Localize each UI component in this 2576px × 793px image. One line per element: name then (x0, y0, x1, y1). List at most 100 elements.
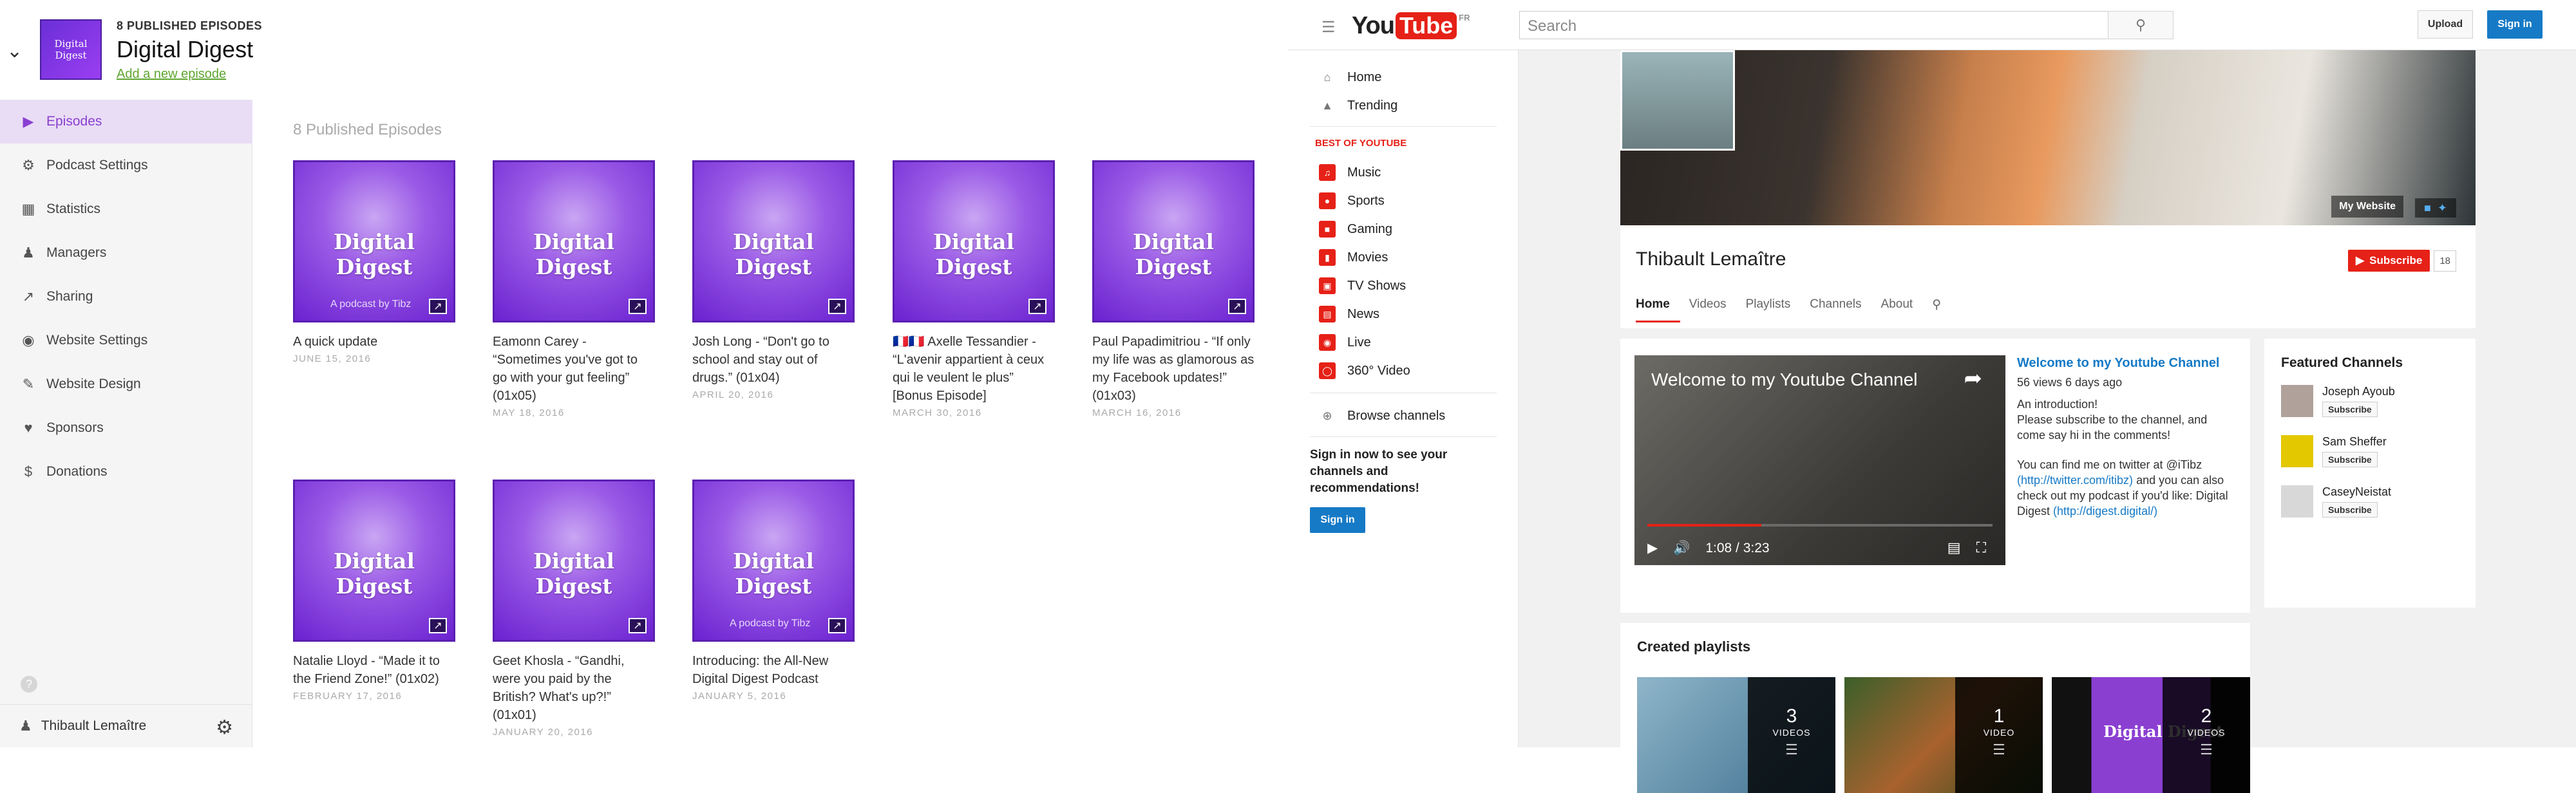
share-icon[interactable]: ↗ (828, 618, 846, 633)
chevron-down-icon[interactable]: ⌄ (6, 40, 23, 62)
social-links[interactable]: ■ ✦ (2415, 198, 2456, 218)
tab-channels[interactable]: Channels (1810, 297, 1871, 322)
sidebar-item-podcast-settings[interactable]: ⚙ Podcast Settings (0, 144, 252, 187)
episode-card[interactable]: Digital Digest ↗ Eamonn Carey - “Sometim… (493, 160, 655, 418)
add-episode-link[interactable]: Add a new episode (117, 67, 226, 82)
tab-home[interactable]: Home (1636, 297, 1680, 322)
guide-item-gaming[interactable]: ■ Gaming (1319, 215, 1392, 243)
episode-title[interactable]: Natalie Lloyd - “Made it to the Friend Z… (293, 652, 455, 688)
playlist-card[interactable]: 1 VIDEO ☰ (1844, 677, 2043, 793)
featured-subscribe-button[interactable]: Subscribe (2322, 502, 2378, 518)
share-icon[interactable]: ↗ (1028, 299, 1046, 314)
upload-button[interactable]: Upload (2418, 10, 2473, 39)
episode-title[interactable]: Paul Papadimitriou - “If only my life wa… (1092, 333, 1255, 405)
website-link[interactable]: My Website (2331, 196, 2403, 218)
share-icon[interactable]: ↗ (429, 618, 447, 633)
episode-title[interactable]: Introducing: the All-New Digital Digest … (692, 652, 855, 688)
episode-card[interactable]: Digital Digest A podcast by Tibz ↗ A qui… (293, 160, 455, 364)
share-icon[interactable]: ↗ (429, 299, 447, 314)
episode-artwork[interactable]: Digital Digest ↗ (293, 480, 455, 642)
help-icon[interactable]: ? (21, 676, 37, 693)
guide-item-tv-shows[interactable]: ▣ TV Shows (1319, 272, 1406, 300)
guide-item-live[interactable]: ◉ Live (1319, 328, 1371, 357)
playlist-card[interactable]: 3 VIDEOS ☰ (1637, 677, 1835, 793)
channel-avatar[interactable] (2281, 385, 2313, 417)
user-settings-gear-icon[interactable]: ⚙ (216, 716, 233, 739)
tab-playlists[interactable]: Playlists (1746, 297, 1801, 322)
episode-title[interactable]: Geet Khosla - “Gandhi, were you paid by … (493, 652, 655, 724)
youtube-logo[interactable]: You Tube FR (1352, 10, 1470, 41)
share-icon[interactable]: ↗ (1228, 299, 1246, 314)
volume-icon[interactable]: 🔊 (1673, 541, 1690, 556)
episode-artwork[interactable]: Digital Digest ↗ (893, 160, 1055, 322)
video-title-link[interactable]: Welcome to my Youtube Channel (2017, 355, 2236, 371)
guide-item-movies[interactable]: ▮ Movies (1319, 243, 1388, 272)
subscribe-button[interactable]: ▶ Subscribe (2348, 250, 2430, 272)
sidebar-item-donations[interactable]: $ Donations (0, 450, 252, 494)
sign-in-button[interactable]: Sign in (2487, 10, 2543, 39)
sidebar-item-episodes[interactable]: ▶ Episodes (0, 100, 252, 144)
episode-artwork[interactable]: Digital Digest A podcast by Tibz ↗ (692, 480, 855, 642)
featured-subscribe-button[interactable]: Subscribe (2322, 452, 2378, 467)
search-icon[interactable]: ⚲ (1932, 297, 1951, 322)
episode-artwork[interactable]: Digital Digest ↗ (1092, 160, 1255, 322)
user-row[interactable]: ♟ Thibault Lemaître ⚙ (0, 704, 252, 747)
sidebar-item-website-design[interactable]: ✎ Website Design (0, 362, 252, 406)
episode-card[interactable]: Digital Digest ↗ Natalie Lloyd - “Made i… (293, 480, 455, 702)
guide-item-trending[interactable]: ▲ Trending (1319, 91, 1397, 120)
episode-card[interactable]: Digital Digest ↗ Geet Khosla - “Gandhi, … (493, 480, 655, 738)
sidebar-item-sharing[interactable]: ↗ Sharing (0, 275, 252, 319)
channel-avatar[interactable] (2281, 485, 2313, 518)
episode-artwork[interactable]: Digital Digest A podcast by Tibz ↗ (293, 160, 455, 322)
sidebar-item-sponsors[interactable]: ♥ Sponsors (0, 406, 252, 450)
search-input[interactable]: Search (1519, 11, 2108, 39)
featured-channel[interactable]: CaseyNeistat Subscribe (2281, 485, 2468, 521)
menu-icon[interactable]: ☰ (1321, 18, 1336, 37)
guide-sign-in-button[interactable]: Sign in (1310, 507, 1365, 533)
guide-item-music[interactable]: ♫ Music (1319, 158, 1381, 187)
playlist-card[interactable]: Digital Digest 2 VIDEOS ☰ (2052, 677, 2250, 793)
share-icon[interactable]: ↗ (828, 299, 846, 314)
episode-artwork[interactable]: Digital Digest ↗ (692, 160, 855, 322)
subscribe-control[interactable]: ▶ Subscribe 18 (2348, 250, 2456, 272)
episode-artwork[interactable]: Digital Digest ↗ (493, 480, 655, 642)
featured-channel[interactable]: Joseph Ayoub Subscribe (2281, 385, 2468, 421)
guide-item-360-video[interactable]: ◯ 360° Video (1319, 357, 1410, 385)
progress-bar[interactable] (1647, 524, 1993, 527)
share-arrow-icon[interactable]: ➦ (1964, 366, 1983, 391)
episode-card[interactable]: Digital Digest ↗ Paul Papadimitriou - “I… (1092, 160, 1255, 418)
episode-title[interactable]: Eamonn Carey - “Sometimes you've got to … (493, 333, 655, 405)
google-plus-icon[interactable]: ■ (2424, 201, 2431, 215)
featured-channel[interactable]: Sam Sheffer Subscribe (2281, 435, 2468, 471)
guide-item-browse-channels[interactable]: ⊕ Browse channels (1319, 402, 1445, 430)
sidebar-item-website-settings[interactable]: ◉ Website Settings (0, 319, 252, 362)
play-icon[interactable]: ▶ (1647, 540, 1658, 556)
episode-title[interactable]: 🇫🇷🇫🇷 Axelle Tessandier - “L'avenir appar… (893, 333, 1055, 405)
guide-item-home[interactable]: ⌂ Home (1319, 63, 1382, 91)
featured-subscribe-button[interactable]: Subscribe (2322, 402, 2378, 417)
episode-title[interactable]: Josh Long - “Don't go to school and stay… (692, 333, 855, 387)
sidebar-item-managers[interactable]: ♟ Managers (0, 231, 252, 275)
episode-title[interactable]: A quick update (293, 333, 455, 351)
featured-channel-name[interactable]: Sam Sheffer (2322, 435, 2387, 449)
episode-card[interactable]: Digital Digest ↗ 🇫🇷🇫🇷 Axelle Tessandier … (893, 160, 1055, 418)
guide-item-sports[interactable]: ● Sports (1319, 187, 1385, 215)
tab-about[interactable]: About (1881, 297, 1924, 322)
video-player[interactable]: Welcome to my Youtube Channel ➦ ▶ 🔊 1:08… (1634, 355, 2005, 565)
channel-avatar[interactable] (2281, 435, 2313, 467)
episode-card[interactable]: Digital Digest ↗ Josh Long - “Don't go t… (692, 160, 855, 400)
featured-channel-name[interactable]: Joseph Ayoub (2322, 385, 2395, 398)
episode-card[interactable]: Digital Digest A podcast by Tibz ↗ Intro… (692, 480, 855, 702)
featured-channel-name[interactable]: CaseyNeistat (2322, 485, 2391, 499)
search-button[interactable]: ⚲ (2108, 11, 2174, 39)
share-icon[interactable]: ↗ (629, 299, 647, 314)
captions-icon[interactable]: ▤ (1947, 539, 1961, 556)
twitter-link[interactable]: (http://twitter.com/itibz) (2017, 474, 2133, 487)
episode-artwork[interactable]: Digital Digest ↗ (493, 160, 655, 322)
podcast-link[interactable]: (http://digest.digital/) (2053, 505, 2157, 518)
twitter-icon[interactable]: ✦ (2438, 201, 2447, 215)
tab-videos[interactable]: Videos (1689, 297, 1737, 322)
share-icon[interactable]: ↗ (629, 618, 647, 633)
fullscreen-icon[interactable]: ⛶ (1976, 539, 1986, 556)
guide-item-news[interactable]: ▤ News (1319, 300, 1379, 328)
